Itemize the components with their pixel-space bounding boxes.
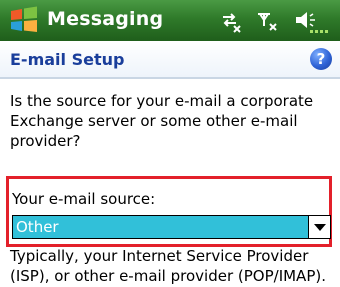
- chevron-down-icon[interactable]: [308, 216, 330, 238]
- email-source-value: Other: [16, 218, 59, 236]
- no-signal-icon[interactable]: [254, 6, 284, 36]
- title-bar: Messaging: [0, 0, 340, 41]
- helper-text: Typically, your Internet Service Provide…: [10, 247, 326, 285]
- page-header: E-mail Setup ?: [0, 41, 340, 79]
- email-source-dropdown[interactable]: Other: [12, 215, 331, 239]
- app-title: Messaging: [47, 8, 164, 30]
- windows-flag-icon[interactable]: [8, 5, 40, 35]
- speaker-icon[interactable]: [292, 6, 332, 36]
- page-title: E-mail Setup: [10, 50, 125, 69]
- email-source-label: Your e-mail source:: [12, 190, 156, 208]
- help-icon[interactable]: ?: [310, 48, 332, 70]
- status-icons: [216, 6, 334, 36]
- sync-icon[interactable]: [218, 6, 246, 36]
- source-question: Is the source for your e-mail a corporat…: [10, 92, 314, 150]
